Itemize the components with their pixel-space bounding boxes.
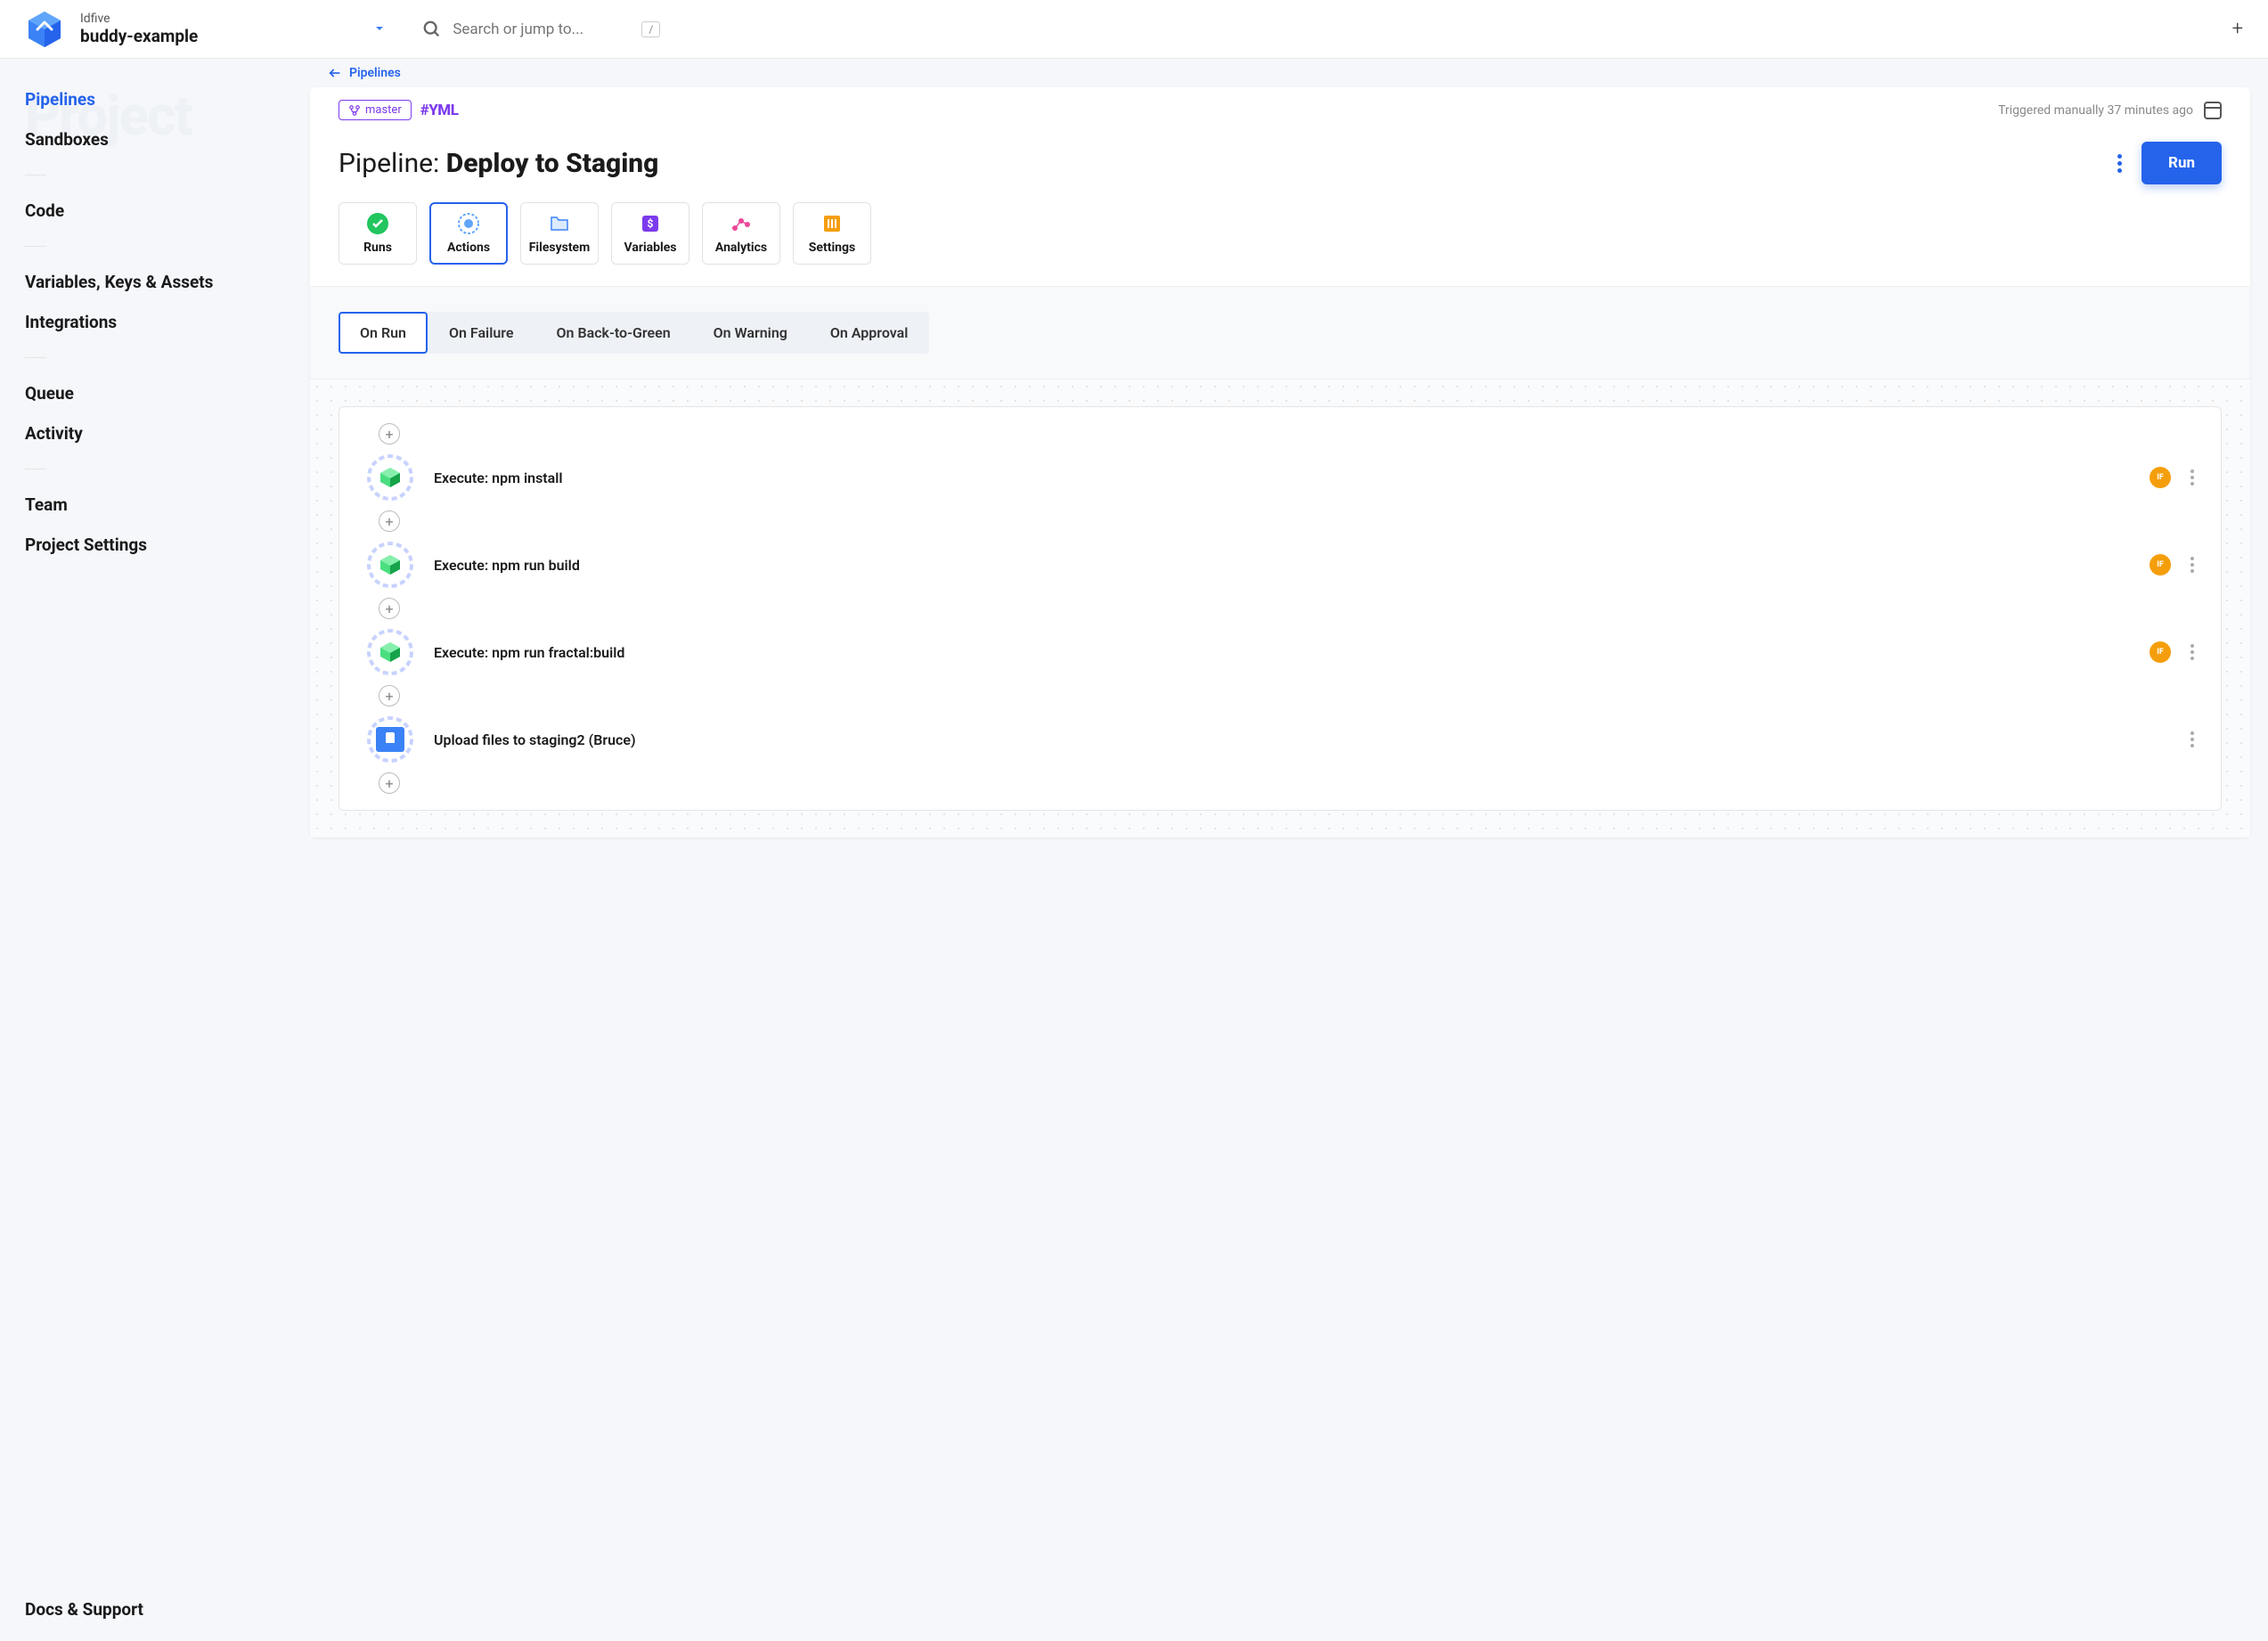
action-label: Execute: npm run build	[434, 557, 2130, 574]
analytics-icon	[730, 212, 753, 235]
variable-icon: $	[639, 212, 662, 235]
sidebar-divider	[25, 246, 46, 247]
sidebar-item-project-settings[interactable]: Project Settings	[25, 531, 285, 559]
svg-text:$: $	[648, 217, 654, 230]
sidebar-divider	[25, 357, 46, 358]
tab-actions[interactable]: Actions	[429, 202, 508, 265]
org-name: Idfive	[80, 12, 198, 27]
subtab-on-failure[interactable]: On Failure	[428, 312, 535, 354]
run-button[interactable]: Run	[2142, 142, 2222, 184]
tab-settings[interactable]: Settings	[793, 202, 871, 265]
action-label: Execute: npm run fractal:build	[434, 644, 2130, 661]
action-item[interactable]: Execute: npm run build IF	[366, 532, 2194, 598]
pipeline-more-menu[interactable]	[2117, 154, 2122, 173]
logo[interactable]	[25, 10, 64, 49]
sidebar-item-queue[interactable]: Queue	[25, 380, 285, 407]
action-item[interactable]: Execute: npm install IF	[366, 445, 2194, 510]
add-action-button[interactable]: +	[379, 423, 400, 445]
sidebar: Project Pipelines Sandboxes Code Variabl…	[0, 59, 310, 873]
add-button[interactable]: +	[2232, 18, 2243, 40]
yml-badge[interactable]: #YML	[420, 102, 459, 119]
actions-list: + Execute: npm install IF +	[339, 406, 2222, 811]
trigger-subtabs: On Run On Failure On Back-to-Green On Wa…	[339, 312, 929, 354]
action-more-menu[interactable]	[2190, 731, 2194, 747]
folder-icon	[548, 212, 571, 235]
action-label: Execute: npm install	[434, 469, 2130, 486]
if-badge[interactable]: IF	[2150, 467, 2171, 488]
gear-icon	[457, 212, 480, 235]
search-input[interactable]	[453, 20, 631, 38]
add-action-button[interactable]: +	[379, 685, 400, 706]
branch-icon	[348, 104, 361, 117]
sidebar-item-integrations[interactable]: Integrations	[25, 308, 285, 336]
tab-filesystem[interactable]: Filesystem	[520, 202, 599, 265]
action-item[interactable]: Execute: npm run fractal:build IF	[366, 619, 2194, 685]
actions-canvas: + Execute: npm install IF +	[310, 380, 2250, 837]
sidebar-item-sandboxes[interactable]: Sandboxes	[25, 126, 285, 153]
action-more-menu[interactable]	[2190, 557, 2194, 573]
sidebar-item-activity[interactable]: Activity	[25, 420, 285, 447]
tab-variables[interactable]: $ Variables	[611, 202, 689, 265]
subtab-on-warning[interactable]: On Warning	[692, 312, 809, 354]
sidebar-item-variables[interactable]: Variables, Keys & Assets	[25, 268, 285, 296]
subtab-on-back-to-green[interactable]: On Back-to-Green	[535, 312, 692, 354]
breadcrumb[interactable]: Pipelines	[310, 59, 2250, 87]
pipeline-tabs: Runs Actions Filesystem $ Variables Anal…	[310, 202, 2250, 286]
if-badge[interactable]: IF	[2150, 641, 2171, 663]
node-icon	[376, 463, 404, 492]
add-action-button[interactable]: +	[379, 598, 400, 619]
search-icon	[422, 20, 442, 39]
action-item[interactable]: Upload files to staging2 (Bruce)	[366, 706, 2194, 772]
add-action-button[interactable]: +	[379, 772, 400, 794]
subtab-on-approval[interactable]: On Approval	[809, 312, 930, 354]
topbar: Idfive buddy-example / +	[0, 0, 2268, 59]
project-name: buddy-example	[80, 27, 198, 47]
tab-analytics[interactable]: Analytics	[702, 202, 780, 265]
node-icon	[376, 551, 404, 579]
sidebar-divider	[25, 175, 46, 176]
project-selector[interactable]: Idfive buddy-example	[80, 12, 198, 47]
add-action-button[interactable]: +	[379, 510, 400, 532]
action-icon-gear	[366, 541, 414, 589]
project-dropdown-icon[interactable]	[374, 20, 385, 37]
breadcrumb-label: Pipelines	[349, 66, 401, 80]
sidebar-item-team[interactable]: Team	[25, 491, 285, 518]
main-content: Pipelines master #YML Triggered manually…	[310, 59, 2268, 873]
action-more-menu[interactable]	[2190, 469, 2194, 486]
if-badge[interactable]: IF	[2150, 554, 2171, 576]
settings-icon	[820, 212, 844, 235]
tab-runs[interactable]: Runs	[339, 202, 417, 265]
pipeline-title: Pipeline: Deploy to Staging	[339, 148, 658, 179]
node-icon	[376, 638, 404, 666]
action-label: Upload files to staging2 (Bruce)	[434, 731, 2171, 748]
search-shortcut-key: /	[641, 21, 660, 37]
back-arrow-icon	[328, 66, 342, 80]
check-icon	[366, 212, 389, 235]
sidebar-item-pipelines[interactable]: Pipelines	[25, 86, 285, 113]
action-icon-gear	[366, 715, 414, 763]
action-icon-gear	[366, 453, 414, 502]
calendar-icon[interactable]	[2204, 102, 2222, 119]
pipeline-panel: master #YML Triggered manually 37 minute…	[310, 87, 2250, 837]
action-icon-gear	[366, 628, 414, 676]
subtab-on-run[interactable]: On Run	[339, 312, 428, 354]
branch-badge[interactable]: master	[339, 100, 412, 120]
sftp-icon	[376, 725, 404, 754]
search-bar[interactable]: /	[422, 20, 2215, 39]
trigger-text: Triggered manually 37 minutes ago	[1998, 103, 2193, 118]
sidebar-item-code[interactable]: Code	[25, 197, 285, 225]
action-more-menu[interactable]	[2190, 644, 2194, 660]
sidebar-item-docs[interactable]: Docs & Support	[25, 1596, 143, 1623]
